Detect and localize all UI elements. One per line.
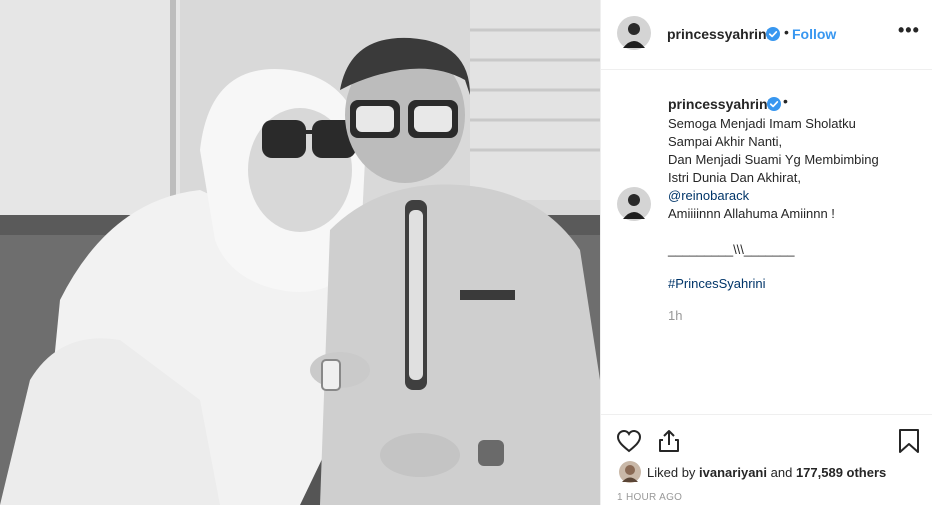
profile-avatar[interactable] (617, 16, 651, 50)
verified-badge-icon (766, 27, 780, 41)
post-timestamp[interactable]: 1 HOUR AGO (617, 492, 682, 503)
follow-button[interactable]: Follow (792, 26, 836, 42)
caption-line: Semoga Menjadi Imam Sholatku (668, 116, 856, 131)
liker-username[interactable]: ivanariyani (699, 465, 767, 480)
caption-timestamp[interactable]: 1h (668, 308, 682, 323)
caption-line: Dan Menjadi Suami Yg Membimbing (668, 152, 879, 167)
header-separator: • (784, 24, 789, 40)
bookmark-icon[interactable] (897, 427, 921, 455)
caption-line: Amiiiinnn Allahuma Amiinnn ! (668, 206, 835, 221)
likes-summary: Liked by ivanariyani and 177,589 others (647, 465, 886, 480)
caption-author-avatar[interactable] (617, 187, 651, 221)
caption-username[interactable]: princessyahrini (668, 96, 772, 112)
post-header: princessyahrini • Follow ••• (601, 0, 932, 70)
liked-by-prefix: Liked by (647, 465, 696, 480)
caption-divider: _________\\\_______ (668, 242, 795, 257)
share-icon[interactable] (655, 427, 683, 455)
heart-icon[interactable] (615, 427, 643, 455)
caption-line: Istri Dunia Dan Akhirat, (668, 170, 801, 185)
post-photo[interactable] (0, 0, 600, 505)
likes-count-others[interactable]: 177,589 others (796, 465, 886, 480)
caption-line: Sampai Akhir Nanti, (668, 134, 783, 149)
caption-hashtag-link[interactable]: #PrincesSyahrini (668, 276, 766, 291)
comments-section: princessyahrini • Semoga Menjadi Imam Sh… (601, 70, 932, 414)
post-author-username[interactable]: princessyahrini (667, 26, 771, 42)
liker-avatar[interactable] (619, 461, 641, 483)
post-photo-image (0, 0, 600, 505)
caption-mention-link[interactable]: @reinobarack (668, 188, 749, 203)
more-options-icon[interactable]: ••• (898, 20, 920, 41)
liked-by-and: and (770, 465, 793, 480)
caption-separator: • (783, 93, 788, 109)
verified-badge-icon (767, 97, 781, 111)
post-sidebar: princessyahrini • Follow ••• princessyah… (600, 0, 932, 505)
post-actions: Liked by ivanariyani and 177,589 others … (601, 414, 932, 505)
